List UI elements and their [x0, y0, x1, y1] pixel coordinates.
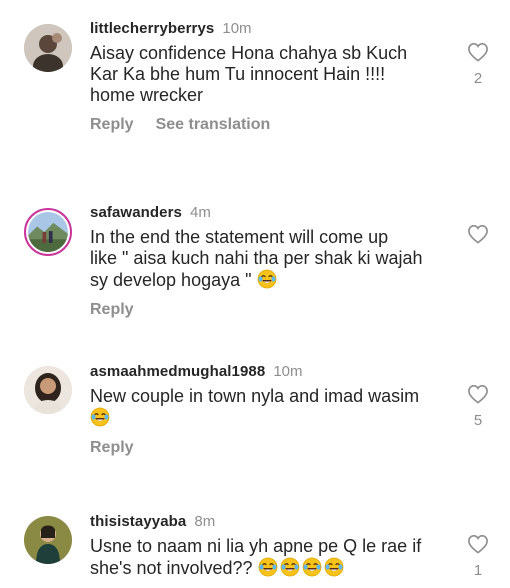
- laughing-tears-emoji-icon: [324, 557, 344, 577]
- heart-outline-icon[interactable]: [467, 42, 489, 62]
- heart-outline-icon[interactable]: [467, 534, 489, 554]
- comment-text-line: [90, 407, 445, 429]
- like-count: 2: [473, 70, 483, 87]
- reply-button[interactable]: Reply: [90, 439, 134, 457]
- comment-text-line: Kar Ka bhe hum Tu innocent Hain !!!!: [90, 64, 386, 84]
- laughing-tears-emoji-icon: [257, 269, 277, 289]
- laughing-tears-emoji-icon: [90, 407, 110, 427]
- comment-time: 4m: [189, 204, 211, 221]
- comment-text-line: like " aisa kuch nahi tha per shak ki wa…: [90, 248, 423, 268]
- comment-text-segment: she's not involved??: [90, 558, 253, 578]
- comment-text: Aisay confidence Hona chahya sb Kuch Kar…: [90, 43, 445, 106]
- heart-outline-icon[interactable]: [467, 224, 489, 244]
- emoji-group: [90, 407, 112, 428]
- see-translation-button[interactable]: See translation: [156, 116, 271, 134]
- laughing-tears-emoji-icon: [302, 557, 322, 577]
- laughing-tears-emoji-icon: [280, 557, 300, 577]
- avatar[interactable]: [24, 366, 72, 414]
- comment-text: Usne to naam ni lia yh apne pe Q le rae …: [90, 536, 445, 579]
- comment-time: 8m: [194, 513, 216, 530]
- laughing-tears-emoji-icon: [258, 557, 278, 577]
- comment-text-segment: sy develop hogaya ": [90, 270, 252, 290]
- heart-outline-icon[interactable]: [467, 384, 489, 404]
- like-count: 1: [473, 562, 483, 579]
- comment-username[interactable]: asmaahmedmughal1988: [90, 363, 265, 380]
- comment-text-line: In the end the statement will come up: [90, 227, 389, 247]
- comment-username[interactable]: littlecherryberrys: [90, 20, 214, 37]
- reply-button[interactable]: Reply: [90, 116, 134, 134]
- avatar[interactable]: [24, 516, 72, 564]
- comment-text-line: sy develop hogaya ": [90, 269, 445, 291]
- comment-text-line: Usne to naam ni lia yh apne pe Q le rae …: [90, 536, 422, 556]
- emoji-group: [257, 269, 279, 290]
- comment-username[interactable]: safawanders: [90, 204, 182, 221]
- avatar[interactable]: [24, 24, 72, 72]
- emoji-group: [258, 557, 346, 578]
- comment-time: 10m: [222, 20, 252, 37]
- comment-text-line: New couple in town nyla and imad wasim: [90, 386, 420, 406]
- avatar[interactable]: [24, 208, 72, 256]
- comment-text: In the end the statement will come up li…: [90, 227, 445, 291]
- comment-text-line: she's not involved??: [90, 557, 445, 579]
- comment-text-line: home wrecker: [90, 85, 204, 105]
- reply-button[interactable]: Reply: [90, 301, 134, 319]
- comment-username[interactable]: thisistayyaba: [90, 513, 186, 530]
- comment-text-line: Aisay confidence Hona chahya sb Kuch: [90, 43, 408, 63]
- like-count: 5: [473, 412, 483, 429]
- comment-time: 10m: [273, 363, 303, 380]
- comment-text: New couple in town nyla and imad wasim: [90, 386, 445, 429]
